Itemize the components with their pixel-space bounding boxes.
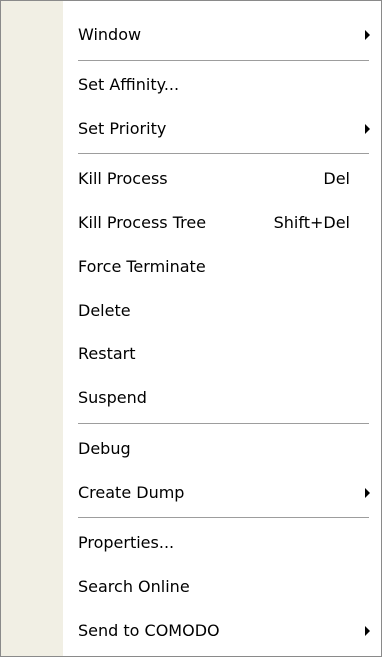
menu-separator xyxy=(78,423,369,425)
menu-item-label: Debug xyxy=(78,439,131,458)
menu-item-label: Send to COMODO xyxy=(78,621,220,640)
submenu-arrow-icon xyxy=(365,30,370,40)
menu-separator xyxy=(78,517,369,519)
menu-item-label: Restart xyxy=(78,344,136,363)
menu-item-label: Kill Process xyxy=(78,169,168,188)
context-menu: Window Set Affinity... Set Priority Kill… xyxy=(0,0,382,657)
menu-item-send-to-comodo[interactable]: Send to COMODO xyxy=(63,611,381,651)
menu-separator xyxy=(78,60,369,62)
menu-item-label: Create Dump xyxy=(78,483,185,502)
menu-item-debug[interactable]: Debug xyxy=(63,429,381,469)
menu-item-label: Set Priority xyxy=(78,119,167,138)
menu-item-label: Suspend xyxy=(78,388,147,407)
submenu-arrow-icon xyxy=(365,488,370,498)
menu-separator xyxy=(78,153,369,155)
menu-item-label: Search Online xyxy=(78,577,190,596)
menu-item-label: Kill Process Tree xyxy=(78,213,207,232)
submenu-arrow-icon xyxy=(365,626,370,636)
menu-item-properties[interactable]: Properties... xyxy=(63,523,381,563)
menu-item-kill-process[interactable]: Kill Process Del xyxy=(63,159,381,199)
menu-item-kill-process-tree[interactable]: Kill Process Tree Shift+Del xyxy=(63,203,381,243)
menu-item-label: Delete xyxy=(78,301,131,320)
menu-item-suspend[interactable]: Suspend xyxy=(63,378,381,418)
menu-item-search-online[interactable]: Search Online xyxy=(63,567,381,607)
menu-item-label: Window xyxy=(78,25,142,44)
menu-item-delete[interactable]: Delete xyxy=(63,291,381,331)
menu-item-create-dump[interactable]: Create Dump xyxy=(63,473,381,513)
menu-item-shortcut: Shift+Del xyxy=(273,213,350,232)
menu-item-set-affinity[interactable]: Set Affinity... xyxy=(63,65,381,105)
menu-item-label: Properties... xyxy=(78,533,175,552)
menu-item-set-priority[interactable]: Set Priority xyxy=(63,109,381,149)
menu-item-restart[interactable]: Restart xyxy=(63,334,381,374)
submenu-arrow-icon xyxy=(365,124,370,134)
menu-item-window[interactable]: Window xyxy=(63,15,381,55)
menu-icon-gutter xyxy=(1,1,63,656)
menu-item-label: Set Affinity... xyxy=(78,75,180,94)
menu-item-force-terminate[interactable]: Force Terminate xyxy=(63,247,381,287)
menu-item-shortcut: Del xyxy=(323,169,350,188)
menu-item-label: Force Terminate xyxy=(78,257,206,276)
